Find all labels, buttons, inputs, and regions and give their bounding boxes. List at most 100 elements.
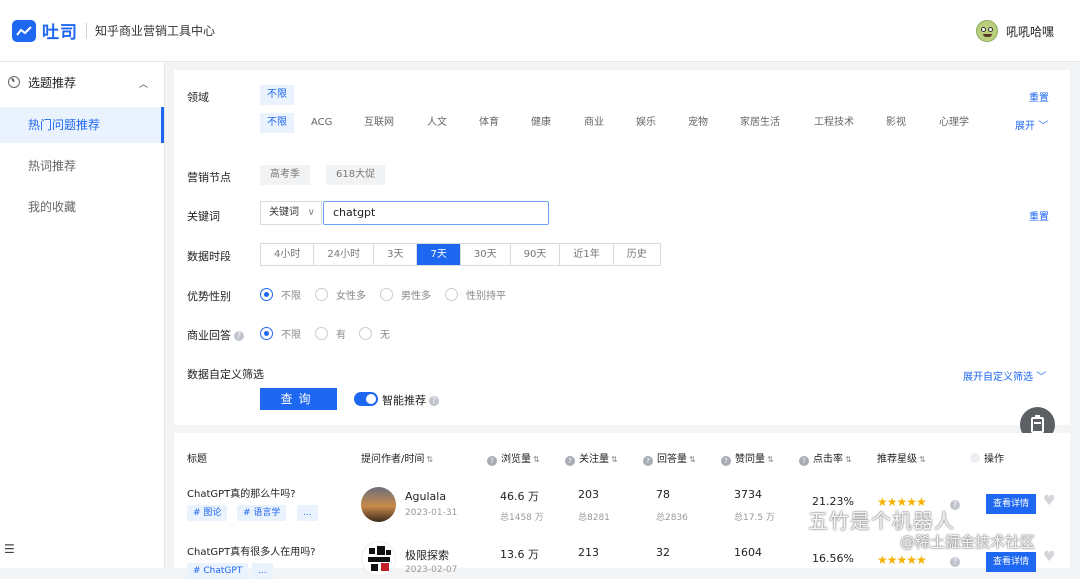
logo-text: 吐司 — [42, 23, 78, 43]
domain-option[interactable]: 心理学 — [932, 113, 976, 133]
gender-radio[interactable]: 女性多 — [315, 287, 366, 302]
period-option[interactable]: 3天 — [374, 244, 418, 265]
help-icon: ? — [487, 456, 497, 466]
logo[interactable]: 吐司 知乎商业营销工具中心 — [12, 18, 215, 43]
keyword-type-value: 关键词 — [269, 207, 299, 218]
view-details-button[interactable]: 查看详情 — [986, 552, 1036, 572]
custom-filter-expand-link[interactable]: 展开自定义筛选 ﹀ — [963, 368, 1046, 383]
help-icon[interactable]: ? — [429, 396, 439, 406]
domain-option[interactable]: 娱乐 — [629, 113, 663, 133]
marketing-option[interactable]: 618大促 — [326, 165, 386, 185]
question-date: 2023-02-07 — [405, 565, 458, 575]
author-name[interactable]: Agulala — [405, 490, 446, 503]
domain-option[interactable]: 工程技术 — [807, 113, 861, 133]
period-option[interactable]: 90天 — [511, 244, 561, 265]
column-header-views[interactable]: ? 浏览量 ⇅ — [487, 450, 540, 466]
period-option[interactable]: 30天 — [461, 244, 511, 265]
column-header-stars[interactable]: 推荐星级 ⇅ — [877, 450, 926, 465]
keyword-type-select[interactable]: 关键词 ∨ — [260, 201, 322, 225]
sidebar-item-hot-words[interactable]: 热词推荐 — [0, 148, 164, 184]
user-menu[interactable]: 吼吼哈嘿 — [975, 20, 1054, 42]
sidebar: 选题推荐 ︿ 热门问题推荐 热词推荐 我的收藏 ☰ — [0, 62, 165, 568]
gender-radio[interactable]: 性别持平 — [445, 287, 506, 302]
topic-tag-more[interactable]: ... — [297, 505, 318, 521]
sidebar-section-label: 选题推荐 — [28, 75, 77, 90]
business-radio[interactable]: 不限 — [260, 326, 301, 341]
column-header-ctr[interactable]: ? 点击率 ⇅ — [799, 450, 852, 466]
domain-option[interactable]: 宠物 — [681, 113, 715, 133]
domain-option[interactable]: 商业 — [577, 113, 611, 133]
logo-divider — [86, 22, 87, 39]
username: 吼吼哈嘿 — [1005, 24, 1054, 39]
topic-tag[interactable]: # ChatGPT — [187, 563, 249, 579]
domain-option[interactable]: 人文 — [420, 113, 454, 133]
column-header-actions: 操作 — [970, 450, 1004, 465]
column-header-answers[interactable]: ? 回答量 ⇅ — [643, 450, 696, 466]
keyword-input[interactable]: chatgpt — [323, 201, 549, 225]
keyword-label: 关键词 — [187, 210, 220, 223]
topic-tag[interactable]: # 语言学 — [237, 505, 287, 521]
business-radio[interactable]: 有 — [315, 326, 346, 341]
star-rating: ★★★★★ — [877, 495, 927, 509]
period-option[interactable]: 近1年 — [560, 244, 614, 265]
likes-value: 1604 — [734, 546, 762, 559]
domain-option[interactable]: 不限 — [260, 113, 294, 133]
likes-value: 3734 — [734, 488, 762, 501]
business-radio[interactable]: 无 — [359, 326, 390, 341]
sort-icon: ⇅ — [533, 455, 540, 464]
author-avatar[interactable] — [361, 487, 396, 522]
column-header-follows[interactable]: ? 关注量 ⇅ — [565, 450, 618, 466]
sidebar-item-hot-questions[interactable]: 热门问题推荐 — [0, 107, 164, 143]
star-rating: ★★★★★ — [877, 553, 927, 567]
sort-icon: ⇅ — [689, 455, 696, 464]
business-label: 商业回答? — [187, 327, 244, 343]
sidebar-section-topics[interactable]: 选题推荐 ︿ — [0, 62, 164, 102]
help-icon[interactable]: ? — [234, 331, 244, 341]
domain-option[interactable]: 健康 — [524, 113, 558, 133]
keyword-reset-link[interactable]: 重置 — [1029, 208, 1049, 223]
author-name[interactable]: 极限探索 — [405, 547, 449, 563]
period-option[interactable]: 历史 — [614, 244, 660, 265]
help-icon[interactable]: ? — [950, 557, 960, 567]
column-header-title: 标题 — [187, 454, 207, 465]
help-icon[interactable]: ? — [950, 500, 960, 510]
marketing-option[interactable]: 高考季 — [260, 165, 310, 185]
period-option-selected[interactable]: 7天 — [417, 244, 461, 265]
period-option[interactable]: 24小时 — [314, 244, 375, 265]
topic-tag-more[interactable]: ... — [252, 563, 273, 579]
collapse-sidebar-icon[interactable]: ☰ — [4, 542, 15, 556]
domain-reset-link[interactable]: 重置 — [1029, 89, 1049, 104]
domain-option[interactable]: ACG — [304, 113, 339, 133]
gender-radio[interactable]: 男性多 — [380, 287, 431, 302]
custom-filter-label: 数据自定义筛选 — [187, 368, 264, 381]
domain-option[interactable]: 体育 — [472, 113, 506, 133]
author-avatar[interactable] — [361, 541, 396, 576]
checkbox-icon[interactable] — [970, 453, 980, 463]
smart-recommend-toggle[interactable] — [354, 392, 378, 406]
question-title[interactable]: ChatGPT真有很多人在用吗? — [187, 543, 316, 558]
domain-option[interactable]: 互联网 — [357, 113, 401, 133]
question-date: 2023-01-31 — [405, 508, 458, 518]
top-header: 吐司 知乎商业营销工具中心 吼吼哈嘿 — [0, 0, 1080, 62]
topic-tag[interactable]: # 图论 — [187, 505, 228, 521]
column-header-likes[interactable]: ? 赞同量 ⇅ — [721, 450, 774, 466]
sort-icon: ⇅ — [611, 455, 618, 464]
period-option[interactable]: 4小时 — [261, 244, 315, 265]
sidebar-item-favorites[interactable]: 我的收藏 — [0, 189, 164, 225]
domain-selected-tag[interactable]: 不限 — [260, 85, 294, 105]
follows-total: 总8281 — [578, 513, 610, 523]
answers-value: 78 — [656, 488, 670, 501]
domain-option[interactable]: 家居生活 — [733, 113, 787, 133]
gender-label: 优势性别 — [187, 290, 231, 303]
column-header-author[interactable]: 提问作者/时间 ⇅ — [361, 450, 433, 465]
chevron-up-icon: ︿ — [138, 80, 148, 90]
view-details-button[interactable]: 查看详情 — [986, 494, 1036, 514]
follows-value: 213 — [578, 546, 599, 559]
heart-icon[interactable]: ♥ — [1043, 493, 1056, 509]
gender-radio[interactable]: 不限 — [260, 287, 301, 302]
question-title[interactable]: ChatGPT真的那么牛吗? — [187, 485, 296, 500]
heart-icon[interactable]: ♥ — [1043, 549, 1056, 565]
domain-expand-link[interactable]: 展开 ﹀ — [1015, 117, 1048, 132]
query-button[interactable]: 查询 — [260, 388, 337, 410]
domain-option[interactable]: 影视 — [879, 113, 913, 133]
